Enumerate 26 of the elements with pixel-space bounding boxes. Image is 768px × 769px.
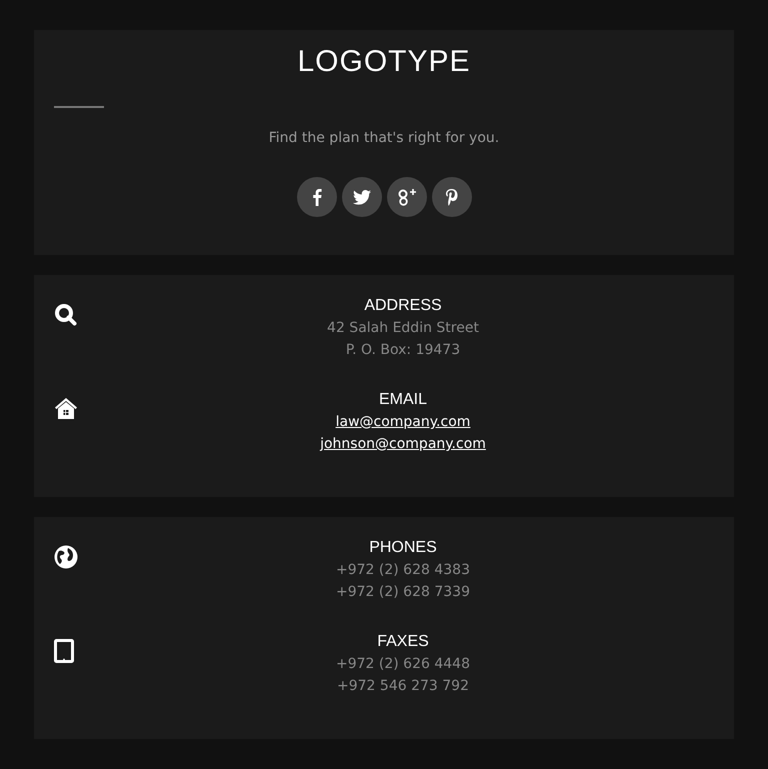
social-button[interactable]	[386, 177, 426, 217]
section-heading: ADDRESS	[364, 296, 442, 316]
bird-icon	[352, 190, 370, 204]
email-link[interactable]: johnson@company.com	[320, 433, 486, 455]
section-heading: EMAIL	[378, 390, 427, 410]
facebook-icon	[312, 188, 322, 206]
section-heading: FAXES	[377, 632, 429, 652]
contact-line: +972 (2) 628 4383	[336, 561, 470, 580]
section-heading: PHONES	[369, 538, 437, 558]
search-icon	[54, 303, 78, 327]
globe-icon	[54, 545, 78, 569]
contact-line: +972 546 273 792	[337, 677, 469, 696]
tablet-icon	[54, 639, 74, 663]
house-icon	[54, 397, 78, 419]
contact-line: 42 Salah Eddin Street	[327, 319, 479, 338]
email-link[interactable]: law@company.com	[336, 411, 470, 433]
contact-line: +972 (2) 626 4448	[336, 655, 470, 674]
logo: LOGOTYPE	[297, 44, 471, 80]
social-button[interactable]	[296, 177, 336, 217]
tagline: Find the plan that's right for you.	[268, 130, 500, 146]
contact-line: +972 (2) 628 7339	[336, 583, 470, 602]
pin-icon	[445, 188, 458, 206]
g-plus-icon	[396, 188, 416, 206]
contact-line: P. O. Box: 19473	[346, 341, 460, 360]
social-button[interactable]	[342, 177, 382, 217]
social-button[interactable]	[432, 177, 472, 217]
